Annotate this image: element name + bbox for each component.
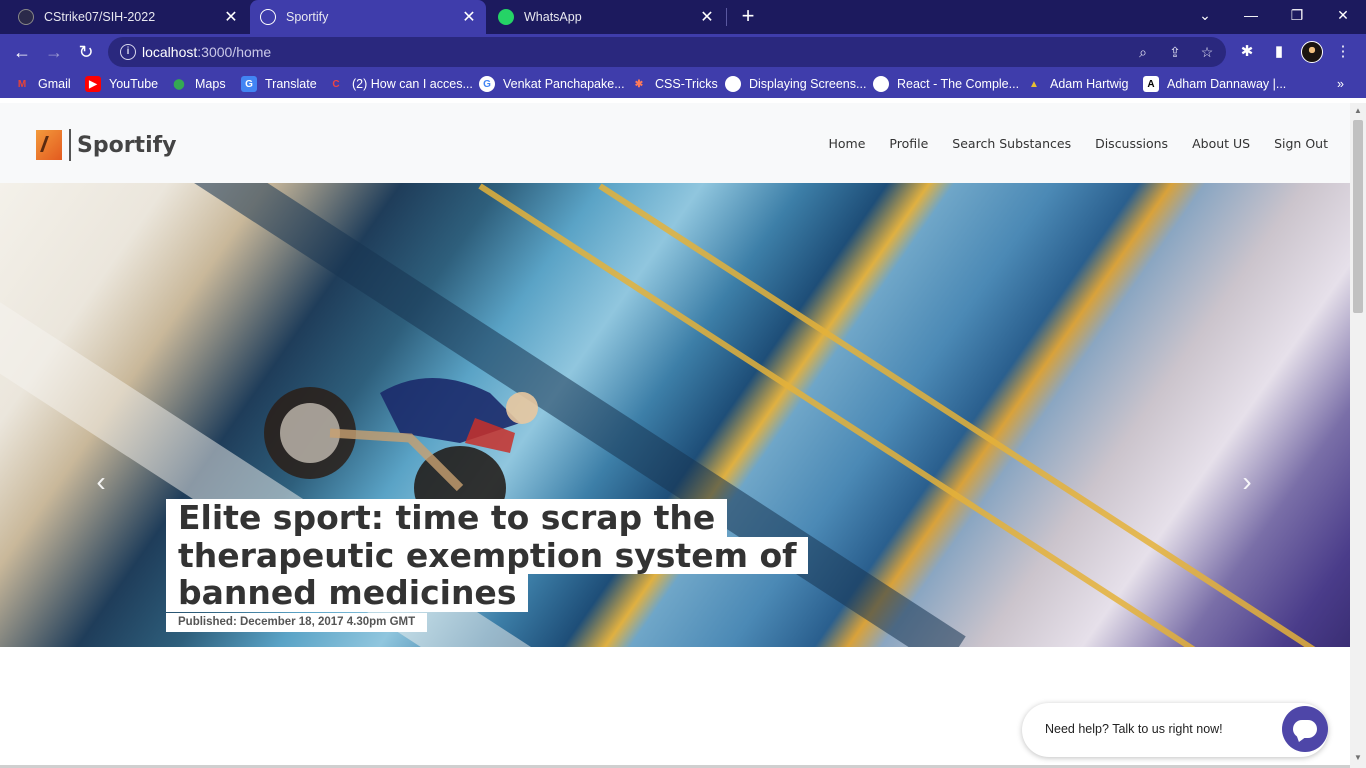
translate-icon: G [241,76,257,92]
minimize-button[interactable]: — [1228,0,1274,30]
nav-discussions[interactable]: Discussions [1095,136,1168,151]
page-viewport: Sportify Home Profile Search Substances … [0,103,1350,768]
share-icon[interactable]: ⇪ [1166,43,1184,61]
help-text: Need help? Talk to us right now! [1045,722,1223,736]
tab-github[interactable]: CStrike07/SIH-2022 ✕ [8,0,248,34]
bookmark-displaying-screens[interactable]: Displaying Screens... [725,76,866,92]
extensions-icon[interactable]: ✱ [1237,42,1257,62]
c-icon: C [332,78,340,90]
url-text[interactable]: localhost:3000/home [142,44,271,60]
nav-sign-out[interactable]: Sign Out [1274,136,1328,151]
reload-icon[interactable]: ↻ [74,40,98,64]
tab-sportify[interactable]: Sportify ✕ [250,0,486,34]
bookmarks-overflow-icon[interactable]: » [1337,76,1344,92]
hero-caption: Elite sport: time to scrap the therapeut… [166,499,866,632]
headline-line[interactable]: therapeutic exemption system of [166,536,809,574]
carousel-next-icon[interactable]: › [1232,467,1262,497]
bookmark-react[interactable]: React - The Comple... [873,76,1019,92]
bookmark-youtube[interactable]: ▶ YouTube [85,76,158,92]
bookmark-how-can-i-access[interactable]: C (2) How can I acces... [328,76,473,92]
bookmark-maps[interactable]: ⬤ Maps [171,76,225,92]
carousel-prev-icon[interactable]: ‹ [86,467,116,497]
tab-search-icon[interactable]: ⌄ [1182,0,1228,30]
browser-toolbar: ← → ↻ i localhost:3000/home ⌕ ⇪ ☆ ✱ ▮ ⋮ [0,34,1366,70]
nav-links: Home Profile Search Substances Discussio… [805,136,1329,151]
globe-icon [260,9,276,25]
zoom-icon[interactable]: ⌕ [1134,43,1152,61]
whatsapp-icon [498,9,514,25]
restore-button[interactable]: ❐ [1274,0,1320,30]
site-info-icon[interactable]: i [120,44,136,60]
tab-whatsapp[interactable]: WhatsApp ✕ [488,0,724,34]
back-icon[interactable]: ← [10,40,34,64]
css-tricks-icon: ✱ [634,78,644,90]
tab-strip: CStrike07/SIH-2022 ✕ Sportify ✕ WhatsApp… [0,0,1366,34]
github-icon [18,9,34,25]
bookmark-venkat[interactable]: G Venkat Panchapake... [479,76,625,92]
bookmarks-bar: M Gmail ▶ YouTube ⬤ Maps G Translate C (2) Ho… [0,70,1366,98]
bookmark-translate[interactable]: G Translate [241,76,317,92]
new-tab-button[interactable]: + [736,4,760,28]
brand-divider [69,129,71,161]
nav-about-us[interactable]: About US [1192,136,1250,151]
gmail-icon: M [17,78,27,90]
scroll-thumb[interactable] [1353,120,1363,313]
close-window-button[interactable]: ✕ [1320,0,1366,30]
hero-carousel: ‹ › Elite sport: time to scrap the thera… [0,183,1350,647]
forward-icon[interactable]: → [42,40,66,64]
globe-icon [725,76,741,92]
globe-icon [873,76,889,92]
address-bar[interactable]: i localhost:3000/home ⌕ ⇪ ☆ [108,37,1226,67]
chat-button[interactable] [1282,706,1328,752]
close-icon[interactable]: ✕ [698,7,716,27]
bookmark-gmail[interactable]: M Gmail [14,76,71,92]
profile-avatar[interactable] [1301,41,1323,63]
help-chat-widget[interactable]: Need help? Talk to us right now! [1022,703,1328,757]
page-scrollbar[interactable]: ▲ ▼ [1350,103,1366,768]
tab-title: WhatsApp [524,10,582,24]
site-brand[interactable]: Sportify [36,129,177,161]
close-icon[interactable]: ✕ [222,7,240,27]
scroll-down-icon[interactable]: ▼ [1353,753,1363,763]
scroll-up-icon[interactable]: ▲ [1353,106,1363,116]
ad-icon: A [1143,76,1159,92]
brand-name: Sportify [77,132,177,158]
menu-icon[interactable]: ⋮ [1333,42,1353,62]
nav-profile[interactable]: Profile [889,136,928,151]
bookmark-css-tricks[interactable]: ✱ CSS-Tricks [631,76,718,92]
youtube-icon: ▶ [85,76,101,92]
google-icon: G [479,76,495,92]
sportify-logo-icon [36,130,62,160]
nav-home[interactable]: Home [829,136,866,151]
bookmark-star-icon[interactable]: ☆ [1198,43,1216,61]
tab-separator [726,8,727,26]
bookmark-adham-dannaway[interactable]: A Adham Dannaway |... [1143,76,1286,92]
headline-line[interactable]: banned medicines [166,574,529,612]
chat-bubble-icon [1293,720,1317,738]
bookmark-adam-hartwig[interactable]: ▲ Adam Hartwig [1026,76,1128,92]
published-date: Published: December 18, 2017 4.30pm GMT [166,612,428,632]
maps-icon: ⬤ [173,78,185,90]
close-icon[interactable]: ✕ [460,7,478,27]
headline-line[interactable]: Elite sport: time to scrap the [166,499,728,537]
tab-title: Sportify [286,10,329,24]
side-panel-icon[interactable]: ▮ [1269,42,1289,62]
tab-title: CStrike07/SIH-2022 [44,10,156,24]
ah-icon: ▲ [1029,78,1039,90]
nav-search-substances[interactable]: Search Substances [952,136,1071,151]
site-navbar: Sportify Home Profile Search Substances … [0,103,1350,183]
